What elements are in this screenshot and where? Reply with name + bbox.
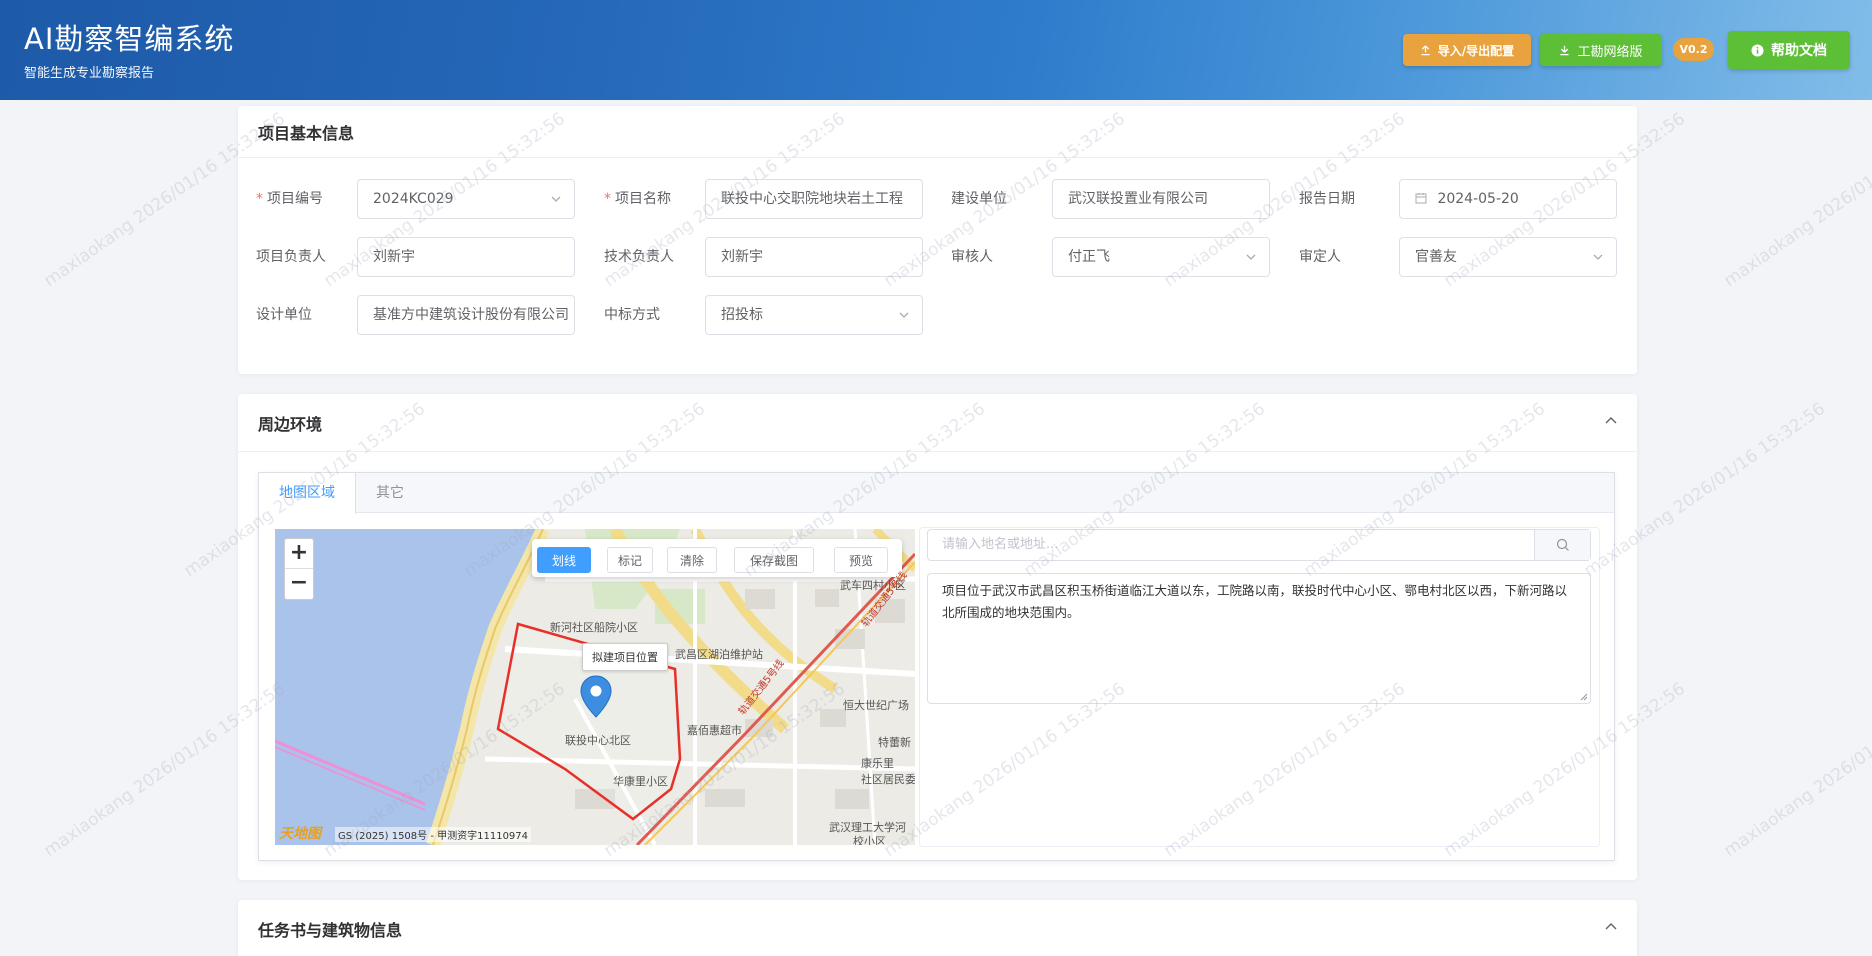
map-view[interactable]: + − 划线 标记 清除 保存截图 预览 武车四村小区 新河社区船院小区 武昌区… — [275, 529, 915, 845]
map-label: 嘉佰惠超市 — [687, 724, 742, 737]
environment-title: 周边环境 — [258, 414, 323, 434]
project-leader-label: 项目负责人 — [256, 249, 326, 265]
version-badge: V0.2 — [1673, 38, 1714, 61]
app-header: AI勘察智编系统 智能生成专业勘察报告 导入/导出配置 工勘网络版 V0.2 帮… — [0, 0, 1872, 100]
approver-label: 审定人 — [1299, 249, 1341, 265]
app-subtitle: 智能生成专业勘察报告 — [24, 66, 155, 81]
map-copyright: GS (2025) 1508号 - 甲测资字11110974 — [335, 827, 532, 842]
reviewer-label: 审核人 — [951, 249, 993, 265]
map-label: 社区居民委 — [861, 773, 915, 786]
report-date-picker[interactable]: 2024-05-20 — [1399, 179, 1617, 219]
import-export-label: 导入/导出配置 — [1437, 43, 1515, 58]
chevron-down-icon — [551, 196, 561, 202]
zoom-in-button[interactable]: + — [285, 539, 313, 569]
clear-button[interactable]: 清除 — [667, 547, 717, 573]
tech-leader-input[interactable]: 刘新宇 — [705, 237, 923, 277]
design-unit-label: 设计单位 — [256, 307, 312, 323]
approver-select[interactable]: 官善友 — [1399, 237, 1617, 277]
tab-bar: 地图区域 其它 — [259, 473, 1614, 514]
chevron-down-icon — [1593, 254, 1603, 260]
address-search-input[interactable]: 请输入地名或地址... — [928, 530, 1534, 560]
environment-tabs: 地图区域 其它 + − 划线 标记 清除 保存截图 预览 武车四村小区 新河社区… — [258, 472, 1615, 861]
mark-button[interactable]: 标记 — [607, 547, 653, 573]
report-date-label: 报告日期 — [1299, 191, 1355, 207]
project-location-popup: 拟建项目位置 — [582, 643, 668, 671]
bid-method-label: 中标方式 — [604, 307, 660, 323]
calendar-icon — [1415, 192, 1427, 203]
tech-leader-label: 技术负责人 — [604, 249, 674, 265]
watermark-text: maxiaokang 2026/01/16 15:32:56 — [1720, 109, 1872, 292]
environment-card: 周边环境 地图区域 其它 + − 划线 标记 清除 保存截图 预览 武车四村小区… — [238, 394, 1637, 880]
project-no-label: * 项目编号 — [256, 191, 323, 207]
project-info-title: 项目基本信息 — [238, 106, 1637, 158]
brand: AI勘察智编系统 智能生成专业勘察报告 — [24, 20, 234, 81]
network-version-label: 工勘网络版 — [1577, 44, 1643, 60]
map-label: 联投中心北区 — [565, 734, 631, 747]
environment-header[interactable]: 周边环境 — [238, 394, 1637, 452]
map-label: 新河社区船院小区 — [550, 621, 638, 634]
task-building-card: 任务书与建筑物信息 — [238, 900, 1637, 956]
help-docs-label: 帮助文档 — [1771, 43, 1827, 59]
help-docs-button[interactable]: 帮助文档 — [1728, 31, 1850, 69]
construction-unit-input[interactable]: 武汉联投置业有限公司 — [1052, 179, 1270, 219]
design-unit-input[interactable]: 基准方中建筑设计股份有限公司 — [357, 295, 575, 335]
app-title: AI勘察智编系统 — [24, 22, 235, 56]
project-no-select[interactable]: 2024KC029 — [357, 179, 575, 219]
chevron-down-icon — [899, 312, 909, 318]
task-building-title: 任务书与建筑物信息 — [258, 921, 403, 940]
watermark-text: maxiaokang 2026/01/16 15:32:56 — [1720, 679, 1872, 862]
tab-other[interactable]: 其它 — [356, 473, 424, 512]
preview-button[interactable]: 预览 — [834, 547, 888, 573]
reviewer-select[interactable]: 付正飞 — [1052, 237, 1270, 277]
import-export-button[interactable]: 导入/导出配置 — [1403, 34, 1531, 66]
map-toolbar: 划线 标记 清除 保存截图 预览 — [532, 539, 902, 577]
resize-handle-icon[interactable] — [1580, 693, 1588, 701]
map-label: 特蕾新 — [878, 736, 911, 749]
info-icon — [1751, 43, 1764, 57]
save-screenshot-button[interactable]: 保存截图 — [734, 547, 814, 573]
project-name-input[interactable]: 联投中心交职院地块岩土工程 — [705, 179, 923, 219]
map-label: 校小区 — [853, 835, 886, 845]
chevron-up-icon[interactable] — [1601, 410, 1621, 430]
upload-icon — [1421, 44, 1430, 55]
chevron-down-icon — [1246, 254, 1256, 260]
tab-map-area[interactable]: 地图区域 — [259, 473, 356, 514]
map-label: 华康里小区 — [613, 775, 668, 788]
project-name-label: * 项目名称 — [604, 191, 671, 207]
map-label: 武昌区湖泊维护站 — [675, 648, 763, 661]
address-search: 请输入地名或地址... — [927, 529, 1591, 561]
download-icon — [1560, 45, 1570, 55]
project-leader-input[interactable]: 刘新宇 — [357, 237, 575, 277]
zoom-control: + − — [284, 538, 314, 600]
task-building-header[interactable]: 任务书与建筑物信息 — [238, 900, 1637, 956]
project-info-card: 项目基本信息 * 项目编号 2024KC029 * 项目名称 联投中心交职院地块岩土… — [238, 106, 1637, 374]
zoom-out-button[interactable]: − — [285, 569, 313, 599]
draw-line-button[interactable]: 划线 — [537, 547, 591, 573]
search-button[interactable] — [1534, 530, 1590, 560]
search-icon — [1556, 538, 1569, 551]
map-label: 恒大世纪广场 — [843, 699, 909, 712]
map-label: 康乐里 — [861, 757, 894, 770]
location-description-textarea[interactable]: 项目位于武汉市武昌区积玉桥街道临江大道以东，工院路以南，联投时代中心小区、鄂电村… — [927, 573, 1591, 704]
network-version-button[interactable]: 工勘网络版 — [1540, 34, 1662, 66]
construction-unit-label: 建设单位 — [951, 191, 1007, 207]
chevron-up-icon[interactable] — [1601, 916, 1621, 936]
bid-method-select[interactable]: 招投标 — [705, 295, 923, 335]
tianditu-logo: 天地图 — [279, 826, 321, 842]
